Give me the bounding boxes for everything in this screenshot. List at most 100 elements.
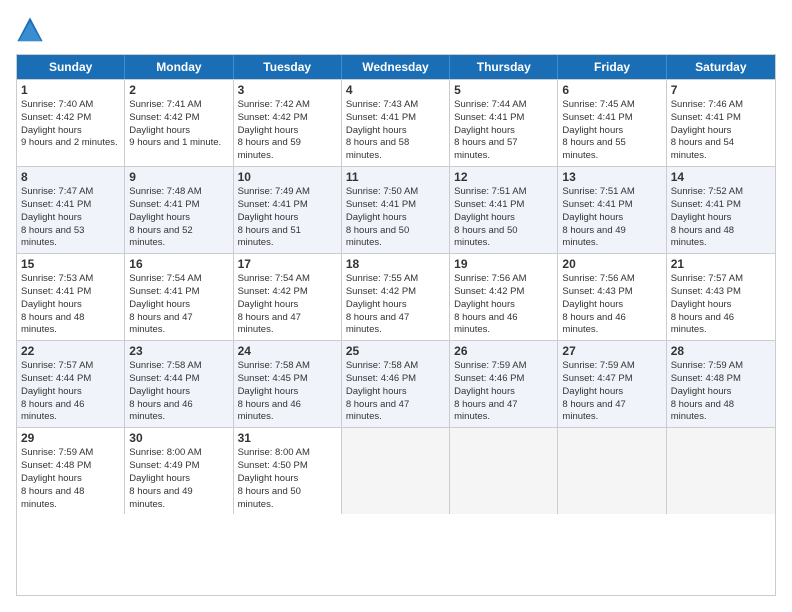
daylight-label: Daylight hours <box>454 386 553 399</box>
sunrise-line: Sunrise: 7:58 AM <box>346 360 445 373</box>
sunset-line: Sunset: 4:49 PM <box>129 460 228 473</box>
day-number: 16 <box>129 257 228 271</box>
day-number: 30 <box>129 431 228 445</box>
calendar-cell: 11 Sunrise: 7:50 AM Sunset: 4:41 PM Dayl… <box>342 167 450 253</box>
sunset-line: Sunset: 4:41 PM <box>21 286 120 299</box>
day-number: 1 <box>21 83 120 97</box>
calendar-cell: 15 Sunrise: 7:53 AM Sunset: 4:41 PM Dayl… <box>17 254 125 340</box>
calendar-cell: 13 Sunrise: 7:51 AM Sunset: 4:41 PM Dayl… <box>558 167 666 253</box>
day-number: 22 <box>21 344 120 358</box>
daylight-value: 8 hours and 47 minutes. <box>562 399 661 425</box>
sunrise-line: Sunrise: 7:59 AM <box>671 360 771 373</box>
daylight-value: 8 hours and 47 minutes. <box>346 399 445 425</box>
daylight-label: Daylight hours <box>454 212 553 225</box>
calendar-week: 15 Sunrise: 7:53 AM Sunset: 4:41 PM Dayl… <box>17 253 775 340</box>
sunrise-line: Sunrise: 7:47 AM <box>21 186 120 199</box>
calendar-cell: 20 Sunrise: 7:56 AM Sunset: 4:43 PM Dayl… <box>558 254 666 340</box>
calendar-cell: 8 Sunrise: 7:47 AM Sunset: 4:41 PM Dayli… <box>17 167 125 253</box>
calendar-cell <box>558 428 666 514</box>
sunset-line: Sunset: 4:47 PM <box>562 373 661 386</box>
sunrise-line: Sunrise: 7:59 AM <box>454 360 553 373</box>
sunrise-line: Sunrise: 7:51 AM <box>454 186 553 199</box>
sunset-line: Sunset: 4:41 PM <box>562 199 661 212</box>
sunset-line: Sunset: 4:42 PM <box>238 286 337 299</box>
calendar-cell: 1 Sunrise: 7:40 AM Sunset: 4:42 PM Dayli… <box>17 80 125 166</box>
sunrise-line: Sunrise: 7:56 AM <box>562 273 661 286</box>
calendar-cell <box>667 428 775 514</box>
sunset-line: Sunset: 4:41 PM <box>238 199 337 212</box>
daylight-label: Daylight hours <box>238 473 337 486</box>
page: SundayMondayTuesdayWednesdayThursdayFrid… <box>0 0 792 612</box>
sunrise-line: Sunrise: 7:49 AM <box>238 186 337 199</box>
sunrise-line: Sunrise: 7:45 AM <box>562 99 661 112</box>
sunset-line: Sunset: 4:41 PM <box>129 286 228 299</box>
daylight-label: Daylight hours <box>21 212 120 225</box>
day-number: 19 <box>454 257 553 271</box>
calendar-cell: 7 Sunrise: 7:46 AM Sunset: 4:41 PM Dayli… <box>667 80 775 166</box>
sunset-line: Sunset: 4:41 PM <box>671 112 771 125</box>
daylight-label: Daylight hours <box>562 125 661 138</box>
daylight-value: 9 hours and 2 minutes. <box>21 137 120 150</box>
calendar-cell: 29 Sunrise: 7:59 AM Sunset: 4:48 PM Dayl… <box>17 428 125 514</box>
day-number: 13 <box>562 170 661 184</box>
day-number: 10 <box>238 170 337 184</box>
daylight-label: Daylight hours <box>129 473 228 486</box>
day-number: 14 <box>671 170 771 184</box>
daylight-value: 8 hours and 48 minutes. <box>21 486 120 512</box>
calendar-cell: 22 Sunrise: 7:57 AM Sunset: 4:44 PM Dayl… <box>17 341 125 427</box>
sunrise-line: Sunrise: 7:57 AM <box>671 273 771 286</box>
sunrise-line: Sunrise: 7:52 AM <box>671 186 771 199</box>
daylight-label: Daylight hours <box>238 386 337 399</box>
day-number: 6 <box>562 83 661 97</box>
sunrise-line: Sunrise: 8:00 AM <box>129 447 228 460</box>
daylight-value: 8 hours and 47 minutes. <box>454 399 553 425</box>
daylight-label: Daylight hours <box>671 299 771 312</box>
calendar-cell: 9 Sunrise: 7:48 AM Sunset: 4:41 PM Dayli… <box>125 167 233 253</box>
calendar: SundayMondayTuesdayWednesdayThursdayFrid… <box>16 54 776 596</box>
sunset-line: Sunset: 4:41 PM <box>346 199 445 212</box>
day-number: 26 <box>454 344 553 358</box>
day-number: 31 <box>238 431 337 445</box>
calendar-week: 1 Sunrise: 7:40 AM Sunset: 4:42 PM Dayli… <box>17 79 775 166</box>
daylight-value: 8 hours and 57 minutes. <box>454 137 553 163</box>
calendar-cell <box>342 428 450 514</box>
sunset-line: Sunset: 4:42 PM <box>129 112 228 125</box>
daylight-label: Daylight hours <box>238 125 337 138</box>
daylight-value: 8 hours and 46 minutes. <box>671 312 771 338</box>
sunrise-line: Sunrise: 7:57 AM <box>21 360 120 373</box>
logo <box>16 16 48 44</box>
sunset-line: Sunset: 4:43 PM <box>671 286 771 299</box>
daylight-label: Daylight hours <box>21 473 120 486</box>
calendar-week: 8 Sunrise: 7:47 AM Sunset: 4:41 PM Dayli… <box>17 166 775 253</box>
daylight-label: Daylight hours <box>346 299 445 312</box>
daylight-value: 8 hours and 47 minutes. <box>129 312 228 338</box>
sunset-line: Sunset: 4:46 PM <box>346 373 445 386</box>
calendar-cell: 12 Sunrise: 7:51 AM Sunset: 4:41 PM Dayl… <box>450 167 558 253</box>
daylight-label: Daylight hours <box>21 125 120 138</box>
sunset-line: Sunset: 4:41 PM <box>129 199 228 212</box>
daylight-label: Daylight hours <box>21 299 120 312</box>
header-day: Monday <box>125 55 233 79</box>
daylight-value: 8 hours and 46 minutes. <box>21 399 120 425</box>
calendar-cell: 18 Sunrise: 7:55 AM Sunset: 4:42 PM Dayl… <box>342 254 450 340</box>
sunrise-line: Sunrise: 7:58 AM <box>129 360 228 373</box>
sunrise-line: Sunrise: 7:42 AM <box>238 99 337 112</box>
daylight-value: 8 hours and 49 minutes. <box>562 225 661 251</box>
day-number: 8 <box>21 170 120 184</box>
calendar-cell: 2 Sunrise: 7:41 AM Sunset: 4:42 PM Dayli… <box>125 80 233 166</box>
sunrise-line: Sunrise: 7:54 AM <box>238 273 337 286</box>
calendar-cell: 23 Sunrise: 7:58 AM Sunset: 4:44 PM Dayl… <box>125 341 233 427</box>
sunrise-line: Sunrise: 7:40 AM <box>21 99 120 112</box>
header-day: Sunday <box>17 55 125 79</box>
daylight-label: Daylight hours <box>562 212 661 225</box>
calendar-cell: 16 Sunrise: 7:54 AM Sunset: 4:41 PM Dayl… <box>125 254 233 340</box>
calendar-cell: 4 Sunrise: 7:43 AM Sunset: 4:41 PM Dayli… <box>342 80 450 166</box>
calendar-cell: 27 Sunrise: 7:59 AM Sunset: 4:47 PM Dayl… <box>558 341 666 427</box>
day-number: 2 <box>129 83 228 97</box>
sunset-line: Sunset: 4:43 PM <box>562 286 661 299</box>
sunset-line: Sunset: 4:41 PM <box>562 112 661 125</box>
sunrise-line: Sunrise: 7:53 AM <box>21 273 120 286</box>
calendar-cell: 30 Sunrise: 8:00 AM Sunset: 4:49 PM Dayl… <box>125 428 233 514</box>
calendar-cell: 17 Sunrise: 7:54 AM Sunset: 4:42 PM Dayl… <box>234 254 342 340</box>
daylight-label: Daylight hours <box>671 212 771 225</box>
